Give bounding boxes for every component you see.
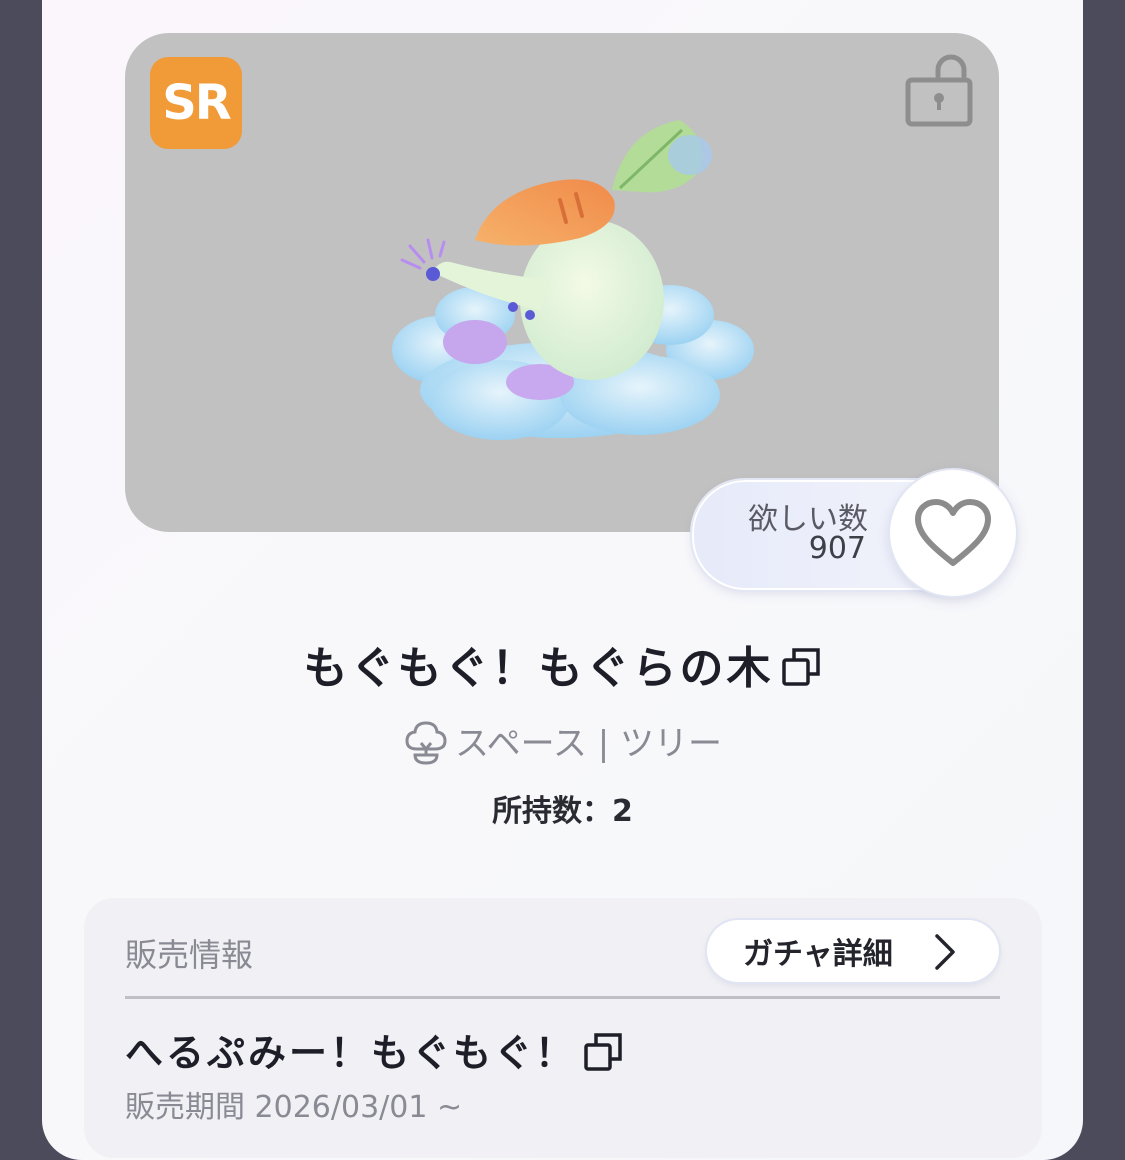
copy-icon[interactable] [582, 1031, 624, 1073]
copy-icon[interactable] [780, 646, 822, 688]
wish-count: 907 [808, 531, 866, 566]
item-title: もぐもぐ！もぐらの木 [303, 643, 774, 694]
item-category: スペース | ツリー [455, 724, 722, 764]
mole-tree-illustration [392, 120, 754, 440]
unlocked-padlock-icon[interactable] [900, 52, 980, 132]
gacha-name-row: へるぷみー！もぐもぐ！ [125, 1022, 624, 1077]
gacha-name: へるぷみー！もぐもぐ！ [125, 1031, 577, 1075]
heart-outline-icon [915, 499, 991, 566]
chevron-right-icon [935, 934, 955, 970]
item-category-row: スペース | ツリー [0, 716, 1125, 766]
gacha-detail-label: ガチャ詳細 [743, 937, 893, 972]
rarity-badge: SR [150, 57, 242, 149]
divider [125, 996, 1000, 999]
sale-period: 販売期間 2026/03/01 ~ [125, 1090, 463, 1125]
wish-button[interactable] [890, 470, 1016, 596]
tree-icon [405, 720, 447, 765]
gacha-detail-button[interactable]: ガチャ詳細 [707, 920, 999, 982]
owned-count: 所持数：2 [492, 794, 633, 829]
sales-info-label: 販売情報 [125, 936, 254, 974]
item-title-row: もぐもぐ！もぐらの木 [0, 632, 1125, 696]
